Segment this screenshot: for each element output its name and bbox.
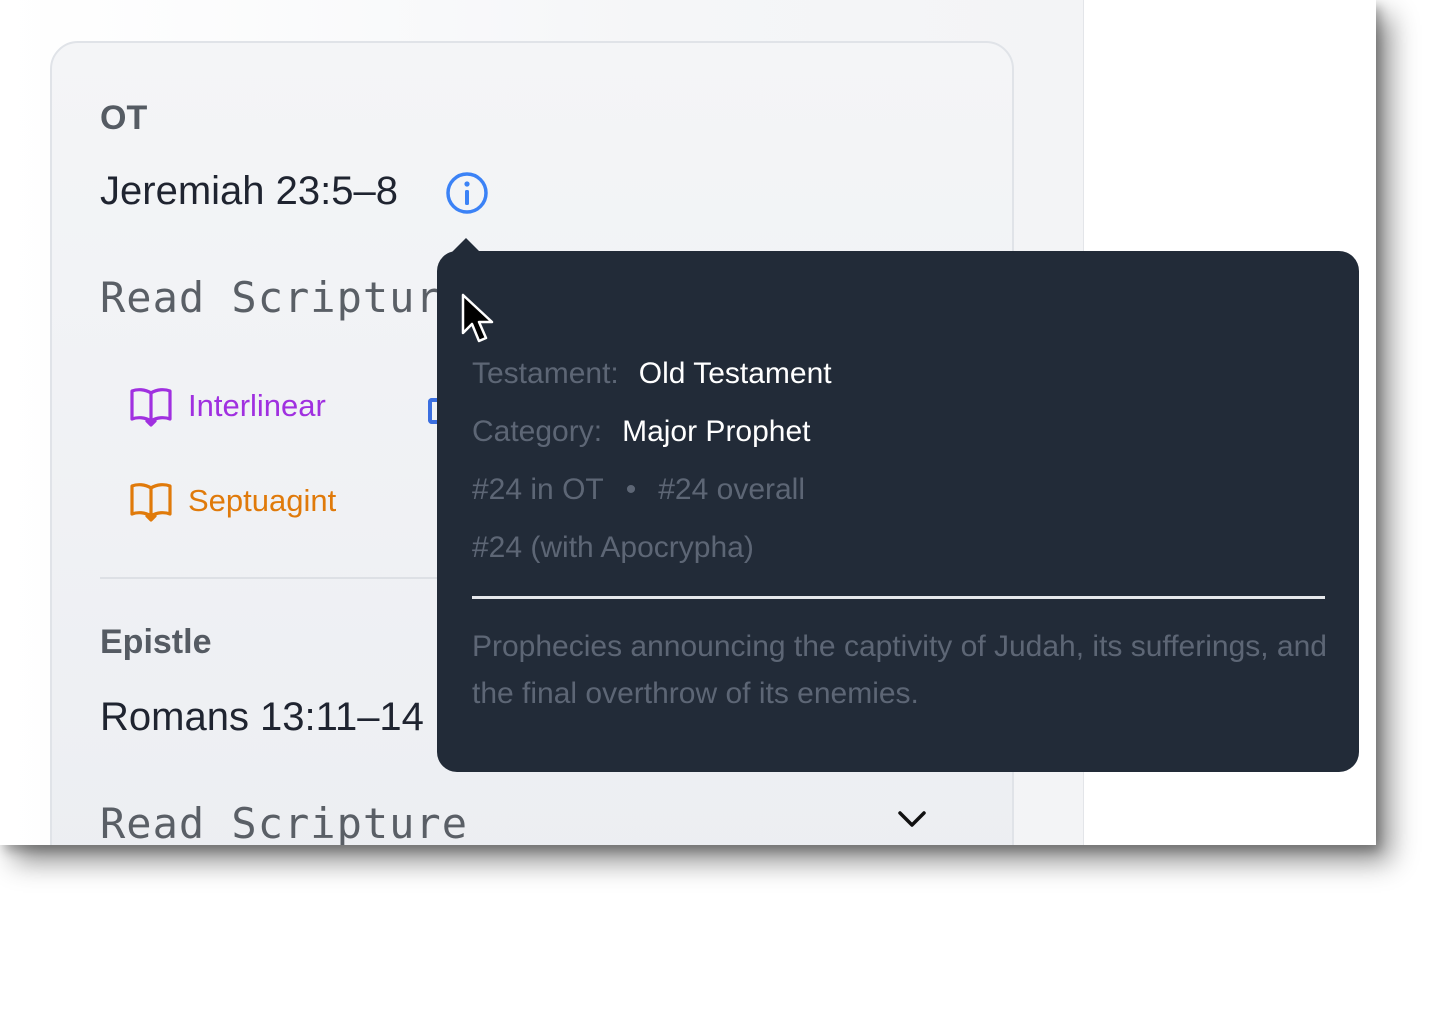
category-value: Major Prophet: [622, 415, 811, 448]
read-scripture-toggle-epistle[interactable]: Read Scripture: [100, 799, 468, 845]
reading-title-epistle[interactable]: Romans 13:11–14: [100, 695, 424, 740]
section-label-epistle: Epistle: [100, 623, 212, 661]
book-open-icon: [130, 388, 172, 427]
rank-apocrypha: #24 (with Apocrypha): [472, 531, 754, 564]
tooltip-rank-row: #24 in OT • #24 overall: [472, 473, 805, 507]
interlinear-label: Interlinear: [188, 388, 326, 423]
tooltip-arrow: [452, 238, 480, 252]
tooltip-description: Prophecies announcing the captivity of J…: [472, 630, 1327, 710]
category-label: Category:: [472, 415, 603, 448]
septuagint-label: Septuagint: [188, 483, 337, 518]
info-icon[interactable]: [445, 171, 489, 215]
tooltip-divider: [472, 596, 1325, 599]
book-open-icon: [130, 483, 172, 522]
rank-separator: •: [625, 473, 637, 506]
rank-ot: #24 in OT: [472, 473, 604, 506]
testament-value: Old Testament: [638, 357, 832, 390]
read-scripture-toggle[interactable]: Read Scripture: [100, 273, 468, 322]
tooltip-testament-row: Testament: Old Testament: [472, 357, 832, 391]
section-label-ot: OT: [100, 99, 148, 137]
mouse-cursor-icon: [461, 293, 494, 343]
septuagint-link[interactable]: Septuagint: [128, 478, 336, 524]
tooltip-category-row: Category: Major Prophet: [472, 415, 811, 449]
chevron-down-icon[interactable]: [892, 805, 932, 835]
reading-title-ot[interactable]: Jeremiah 23:5–8: [100, 169, 398, 214]
interlinear-link[interactable]: Interlinear: [128, 383, 326, 429]
rank-overall: #24 overall: [658, 473, 806, 506]
testament-label: Testament:: [472, 357, 619, 390]
book-info-tooltip: Testament: Old Testament Category: Major P…: [437, 251, 1359, 772]
